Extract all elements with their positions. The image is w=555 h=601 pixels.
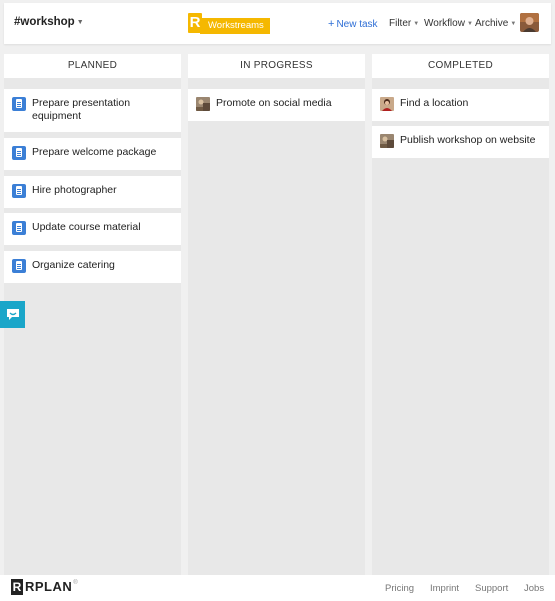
new-task-button[interactable]: + New task [328,18,378,30]
task-title: Hire photographer [32,184,117,196]
task-card[interactable]: Update course material [4,213,181,245]
column-in-progress: IN PROGRESS Promote on social media [188,54,365,575]
task-card[interactable]: Prepare welcome package [4,138,181,170]
footer-link-support[interactable]: Support [475,583,508,594]
channel-name: #workshop [14,16,75,28]
column-body: Find a location Publish workshop on webs… [372,85,549,575]
task-title: Prepare welcome package [32,146,157,158]
footer-link-pricing[interactable]: Pricing [385,583,414,594]
clipboard-icon [12,97,26,111]
column-completed: COMPLETED Find a location Publish worksh… [372,54,549,575]
column-planned: PLANNED Prepare presentation equipment P… [4,54,181,575]
app-name-label: Workstreams [200,17,270,34]
clipboard-icon [12,221,26,235]
chevron-down-icon: ▼ [413,20,420,27]
task-title: Promote on social media [216,97,332,109]
filter-menu[interactable]: Filter ▼ [389,18,419,29]
clipboard-icon [12,259,26,273]
column-header: COMPLETED [372,54,549,78]
photo-thumbnail [196,97,210,111]
clipboard-icon [12,184,26,198]
task-title: Publish workshop on website [400,134,536,146]
chevron-down-icon: ▼ [76,18,84,26]
task-title: Update course material [32,221,141,233]
chevron-down-icon: ▼ [466,20,473,27]
photo-thumbnail [380,134,394,148]
user-avatar[interactable] [520,13,539,32]
column-header: IN PROGRESS [188,54,365,78]
footer-link-imprint[interactable]: Imprint [430,583,459,594]
logo-r-icon: R [11,579,23,595]
app-logo[interactable]: R Workstreams [188,11,270,35]
plus-icon: + [328,18,335,30]
registered-mark: ® [73,580,78,586]
task-card[interactable]: Promote on social media [188,89,365,121]
column-header: PLANNED [4,54,181,78]
workflow-menu[interactable]: Workflow ▼ [424,18,473,29]
task-card[interactable]: Organize catering [4,251,181,283]
task-card[interactable]: Hire photographer [4,176,181,208]
person-thumbnail [380,97,394,111]
chevron-down-icon: ▼ [510,20,517,27]
archive-label: Archive [475,18,509,29]
task-title: Prepare presentation equipment [32,97,131,122]
brand-name: RPLAN [25,579,73,594]
channel-selector[interactable]: #workshop ▼ [14,16,84,28]
column-body: Prepare presentation equipment Prepare w… [4,85,181,575]
feedback-button[interactable] [0,301,25,328]
top-bar: #workshop ▼ R Workstreams + New task Filt… [4,3,551,44]
clipboard-icon [12,146,26,160]
task-card[interactable]: Prepare presentation equipment [4,89,181,132]
task-card[interactable]: Find a location [372,89,549,121]
rplan-logo[interactable]: R RPLAN ® [11,579,78,595]
new-task-label: New task [336,19,378,30]
footer-link-jobs[interactable]: Jobs [524,583,544,594]
chat-icon [6,308,19,320]
workflow-label: Workflow [424,18,465,29]
archive-menu[interactable]: Archive ▼ [475,18,516,29]
task-title: Find a location [400,97,469,109]
column-body: Promote on social media [188,85,365,575]
task-title: Organize catering [32,259,115,271]
filter-label: Filter [389,18,412,29]
task-card[interactable]: Publish workshop on website [372,126,549,158]
footer: R RPLAN ® Pricing Imprint Support Jobs [0,575,555,601]
logo-r-icon: R [188,13,202,33]
